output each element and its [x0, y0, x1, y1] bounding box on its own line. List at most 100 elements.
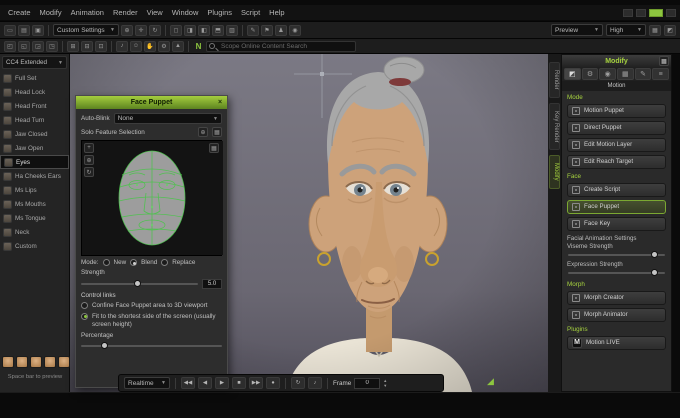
tab-texture-icon[interactable]: ▦ [617, 68, 634, 80]
menu-modify[interactable]: Modify [40, 8, 62, 17]
search-input[interactable] [206, 40, 356, 52]
menu-help[interactable]: Help [269, 8, 284, 17]
face-key-button[interactable]: Face Key [567, 216, 666, 231]
list-item[interactable]: Head Front [0, 99, 69, 113]
list-item[interactable]: Full Set [0, 71, 69, 85]
edit-reach-target-button[interactable]: Edit Reach Target [567, 154, 666, 169]
toolbar-icon[interactable]: ☺ [130, 40, 142, 52]
stop-button[interactable]: ■ [232, 377, 246, 389]
expression-thumbnail[interactable] [2, 356, 14, 368]
list-item[interactable]: Ms Tongue [0, 211, 69, 225]
timeline-expand-icon[interactable]: ◢ [487, 376, 494, 387]
expression-thumbnail[interactable] [44, 356, 56, 368]
toolbar-icon[interactable]: ◉ [289, 24, 301, 36]
auto-blink-select[interactable]: None ▼ [113, 113, 222, 124]
realtime-select[interactable]: Realtime ▼ [124, 377, 170, 389]
motion-live-button[interactable]: M Motion LIVE [567, 335, 666, 350]
loop-icon[interactable]: ↻ [291, 377, 305, 389]
face-puppet-button[interactable]: Face Puppet [567, 199, 666, 214]
focus-icon[interactable]: ⊕ [84, 155, 94, 165]
list-item[interactable]: Neck [0, 225, 69, 239]
new-project-icon[interactable]: ▭ [4, 24, 16, 36]
play-button[interactable]: ▶ [215, 377, 229, 389]
strength-slider[interactable] [81, 280, 198, 288]
window-icon[interactable] [636, 8, 646, 17]
list-item[interactable]: Custom [0, 239, 69, 253]
save-icon[interactable]: ▣ [32, 24, 44, 36]
toolbar-icon[interactable]: ✎ [247, 24, 259, 36]
window-icon[interactable] [666, 8, 676, 17]
tab-list-icon[interactable]: ≡ [652, 68, 670, 80]
expression-thumbnail[interactable] [16, 356, 28, 368]
morph-creator-button[interactable]: Morph Creator [567, 290, 666, 305]
list-item[interactable]: Ms Lips [0, 183, 69, 197]
toolbar-icon[interactable]: ◱ [18, 40, 30, 52]
toolbar-icon[interactable]: ⊞ [67, 40, 79, 52]
quality-select[interactable]: High ▼ [606, 24, 646, 36]
tab-animation-icon[interactable]: ◩ [564, 68, 581, 80]
frame-input[interactable] [354, 377, 381, 389]
custom-settings-select[interactable]: Custom Settings ▼ [53, 24, 119, 36]
tab-key-render[interactable]: Key Render [549, 102, 560, 151]
toolbar-icon[interactable]: ✋ [144, 40, 156, 52]
toolbar-icon[interactable]: ⊡ [95, 40, 107, 52]
create-script-button[interactable]: Create Script [567, 182, 666, 197]
frame-stepper[interactable]: ▲ ▼ [383, 378, 387, 388]
mode-new-radio[interactable] [102, 259, 110, 266]
menu-script[interactable]: Script [241, 8, 260, 17]
list-item[interactable]: Jaw Closed [0, 127, 69, 141]
checker-icon[interactable]: ▦ [209, 143, 219, 153]
menu-plugins[interactable]: Plugins [207, 8, 232, 17]
list-item[interactable]: Jaw Open [0, 141, 69, 155]
prev-frame-button[interactable]: ◀ [198, 377, 212, 389]
expression-thumbnail[interactable] [58, 356, 70, 368]
toolbar-icon[interactable]: ◲ [32, 40, 44, 52]
fit-shortest-side-radio[interactable] [81, 312, 88, 320]
tab-edit-icon[interactable]: ✎ [634, 68, 652, 80]
motion-puppet-button[interactable]: Motion Puppet [567, 103, 666, 118]
step-up-icon[interactable]: ▲ [383, 378, 387, 383]
tab-modify[interactable]: Modify [549, 155, 560, 190]
grid-icon[interactable]: ▦ [212, 127, 222, 137]
open-icon[interactable]: ▤ [18, 24, 30, 36]
expression-strength-slider[interactable] [568, 269, 665, 277]
toolbar-icon[interactable]: ◩ [664, 24, 676, 36]
viseme-strength-slider[interactable] [568, 251, 665, 259]
mode-blend-radio[interactable] [130, 259, 138, 266]
list-item[interactable]: Head Lock [0, 85, 69, 99]
toolbar-icon[interactable]: ♟ [275, 24, 287, 36]
toolbar-icon[interactable]: ⚑ [261, 24, 273, 36]
toolbar-icon[interactable]: ↻ [149, 24, 161, 36]
tab-material-icon[interactable]: ◉ [599, 68, 617, 80]
window-icon[interactable] [623, 8, 633, 17]
checker-icon[interactable]: ▦ [659, 56, 669, 66]
list-item[interactable]: Head Turn [0, 113, 69, 127]
toolbar-icon[interactable]: ◨ [184, 24, 196, 36]
list-item-selected[interactable]: Eyes [0, 155, 69, 169]
zoom-icon[interactable]: + [84, 143, 94, 153]
menu-view[interactable]: View [147, 8, 163, 17]
direct-puppet-button[interactable]: Direct Puppet [567, 120, 666, 135]
morph-animator-button[interactable]: Morph Animator [567, 307, 666, 322]
menu-create[interactable]: Create [8, 8, 31, 17]
mode-replace-radio[interactable] [161, 259, 169, 266]
tab-settings-icon[interactable]: ⚙ [581, 68, 599, 80]
expression-thumbnail[interactable] [30, 356, 42, 368]
account-badge[interactable] [649, 8, 663, 17]
toolbar-icon[interactable]: ⊕ [121, 24, 133, 36]
profile-select[interactable]: CC4 Extended ▼ [2, 56, 67, 69]
face-control-preview[interactable]: + ⊕ ↻ ▦ [81, 140, 223, 256]
tab-render[interactable]: Render [549, 62, 560, 98]
skip-start-button[interactable]: ◀◀ [181, 377, 195, 389]
toolbar-icon[interactable]: ▦ [649, 24, 661, 36]
toolbar-icon[interactable]: ⬒ [212, 24, 224, 36]
target-icon[interactable]: ⊕ [198, 127, 208, 137]
list-item[interactable]: Ha Cheeks Ears [0, 169, 69, 183]
skip-end-button[interactable]: ▶▶ [249, 377, 263, 389]
toolbar-icon[interactable]: ◧ [198, 24, 210, 36]
toolbar-icon[interactable]: ▥ [226, 24, 238, 36]
menu-animation[interactable]: Animation [71, 8, 104, 17]
toolbar-icon[interactable]: ◰ [4, 40, 16, 52]
reset-view-icon[interactable]: ↻ [84, 167, 94, 177]
step-down-icon[interactable]: ▼ [383, 383, 387, 388]
